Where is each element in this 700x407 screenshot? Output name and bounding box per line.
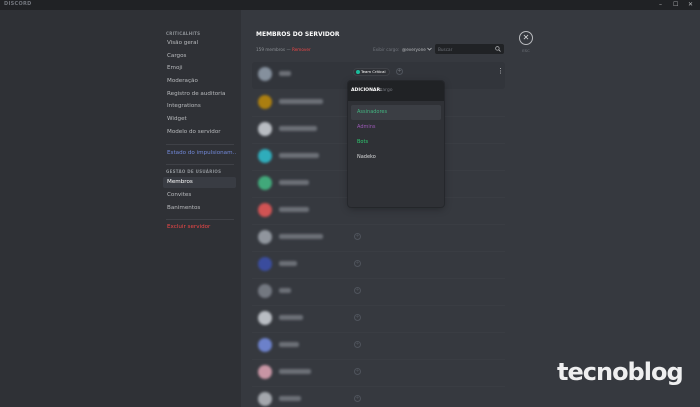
sidebar-section-server: CRITICALHITS (166, 31, 201, 36)
sidebar-divider (166, 164, 234, 165)
member-count: 159 membros — Remover (256, 47, 311, 52)
avatar (258, 230, 272, 244)
role-filter-label: Exibir cargo: (373, 47, 400, 52)
add-role-popup: ADICIONAR: Assinadores Admins Bots Nadek… (348, 81, 444, 207)
add-role-button[interactable]: + (396, 68, 403, 75)
sidebar-item-integrations[interactable]: Integrations (163, 101, 236, 112)
member-name (279, 369, 311, 374)
sidebar-item-widget[interactable]: Widget (163, 114, 236, 125)
member-name (279, 261, 297, 266)
sidebar-item-bans[interactable]: Banimentos (163, 203, 236, 214)
popup-label: ADICIONAR: (351, 88, 382, 93)
add-role-button[interactable]: + (354, 395, 361, 402)
sidebar-item-delete-server[interactable]: Excluir servidor (163, 222, 236, 233)
popup-header: ADICIONAR: (348, 81, 444, 101)
sidebar-item-audit-log[interactable]: Registro de auditoria (163, 89, 236, 100)
sidebar-divider (166, 144, 234, 145)
avatar (258, 176, 272, 190)
avatar (258, 365, 272, 379)
member-search[interactable] (435, 44, 504, 54)
more-options-icon[interactable]: ⋮ (497, 67, 504, 75)
prune-link[interactable]: Remover (292, 47, 311, 52)
settings-sidebar: CRITICALHITS Visão geral Cargos Emoji Mo… (0, 10, 241, 407)
sidebar-item-roles[interactable]: Cargos (163, 51, 236, 62)
member-row[interactable]: + (252, 360, 505, 387)
avatar (258, 67, 272, 81)
member-row[interactable]: + (252, 387, 505, 407)
sidebar-item-overview[interactable]: Visão geral (163, 38, 236, 49)
sidebar-item-moderation[interactable]: Moderação (163, 76, 236, 87)
member-name (279, 207, 309, 212)
sidebar-section-users: GESTÃO DE USUÁRIOS (166, 169, 222, 174)
page-title: MEMBROS DO SERVIDOR (256, 31, 340, 38)
minimize-icon[interactable]: – (659, 1, 662, 9)
member-row[interactable]: + (252, 306, 505, 333)
member-name (279, 315, 303, 320)
app-title: DISCORD (4, 1, 32, 7)
avatar (258, 311, 272, 325)
chevron-down-icon (427, 47, 432, 51)
role-filter-value: @everyone (402, 47, 426, 52)
member-count-separator: — (286, 47, 291, 52)
add-role-button[interactable]: + (354, 287, 361, 294)
member-name (279, 153, 319, 158)
avatar (258, 122, 272, 136)
role-search-input[interactable] (379, 86, 439, 95)
role-pill-label: Team Critical (361, 69, 386, 74)
close-settings-button[interactable]: ✕ (519, 31, 533, 45)
sidebar-item-boost-status[interactable]: Estado do impulsionam... (163, 148, 236, 159)
add-role-button[interactable]: + (354, 260, 361, 267)
member-name (279, 126, 317, 131)
member-name (279, 99, 323, 104)
role-option[interactable]: Admins (351, 120, 441, 135)
avatar (258, 284, 272, 298)
search-icon (495, 46, 501, 52)
avatar (258, 338, 272, 352)
member-row[interactable]: + (252, 252, 505, 279)
add-role-button[interactable]: + (354, 341, 361, 348)
member-name (279, 342, 299, 347)
member-name (279, 288, 291, 293)
avatar (258, 203, 272, 217)
role-option[interactable]: Bots (351, 135, 441, 150)
avatar (258, 257, 272, 271)
esc-label: ESC (522, 48, 530, 53)
add-role-button[interactable]: + (354, 233, 361, 240)
member-row[interactable]: + (252, 225, 505, 252)
add-role-button[interactable]: + (354, 368, 361, 375)
member-name (279, 71, 291, 76)
member-name (279, 396, 301, 401)
member-row[interactable]: + (252, 333, 505, 360)
sidebar-item-emoji[interactable]: Emoji (163, 63, 236, 74)
avatar (258, 95, 272, 109)
sidebar-item-server-template[interactable]: Modelo do servidor (163, 127, 236, 138)
sidebar-item-members[interactable]: Membros (163, 177, 236, 188)
members-panel: MEMBROS DO SERVIDOR 159 membros — Remove… (241, 10, 700, 407)
add-role-button[interactable]: + (354, 314, 361, 321)
title-bar: DISCORD – ☐ ✕ (0, 0, 700, 10)
member-row[interactable]: + (252, 279, 505, 306)
role-color-dot (356, 69, 360, 74)
role-option[interactable]: Nadeko (351, 150, 441, 165)
role-pill[interactable]: Team Critical (353, 68, 390, 76)
sidebar-item-invites[interactable]: Convites (163, 190, 236, 201)
member-name (279, 234, 323, 239)
search-input[interactable] (438, 45, 492, 53)
watermark-logo: tecnoblog (557, 358, 684, 386)
member-name (279, 180, 309, 185)
member-count-text: 159 membros (256, 47, 286, 52)
sidebar-divider (166, 219, 234, 220)
maximize-icon[interactable]: ☐ (673, 1, 678, 9)
close-window-icon[interactable]: ✕ (688, 1, 693, 9)
close-icon: ✕ (522, 33, 530, 42)
avatar (258, 149, 272, 163)
role-filter-dropdown[interactable]: @everyone (402, 47, 432, 52)
avatar (258, 392, 272, 406)
role-option[interactable]: Assinadores (351, 105, 441, 120)
